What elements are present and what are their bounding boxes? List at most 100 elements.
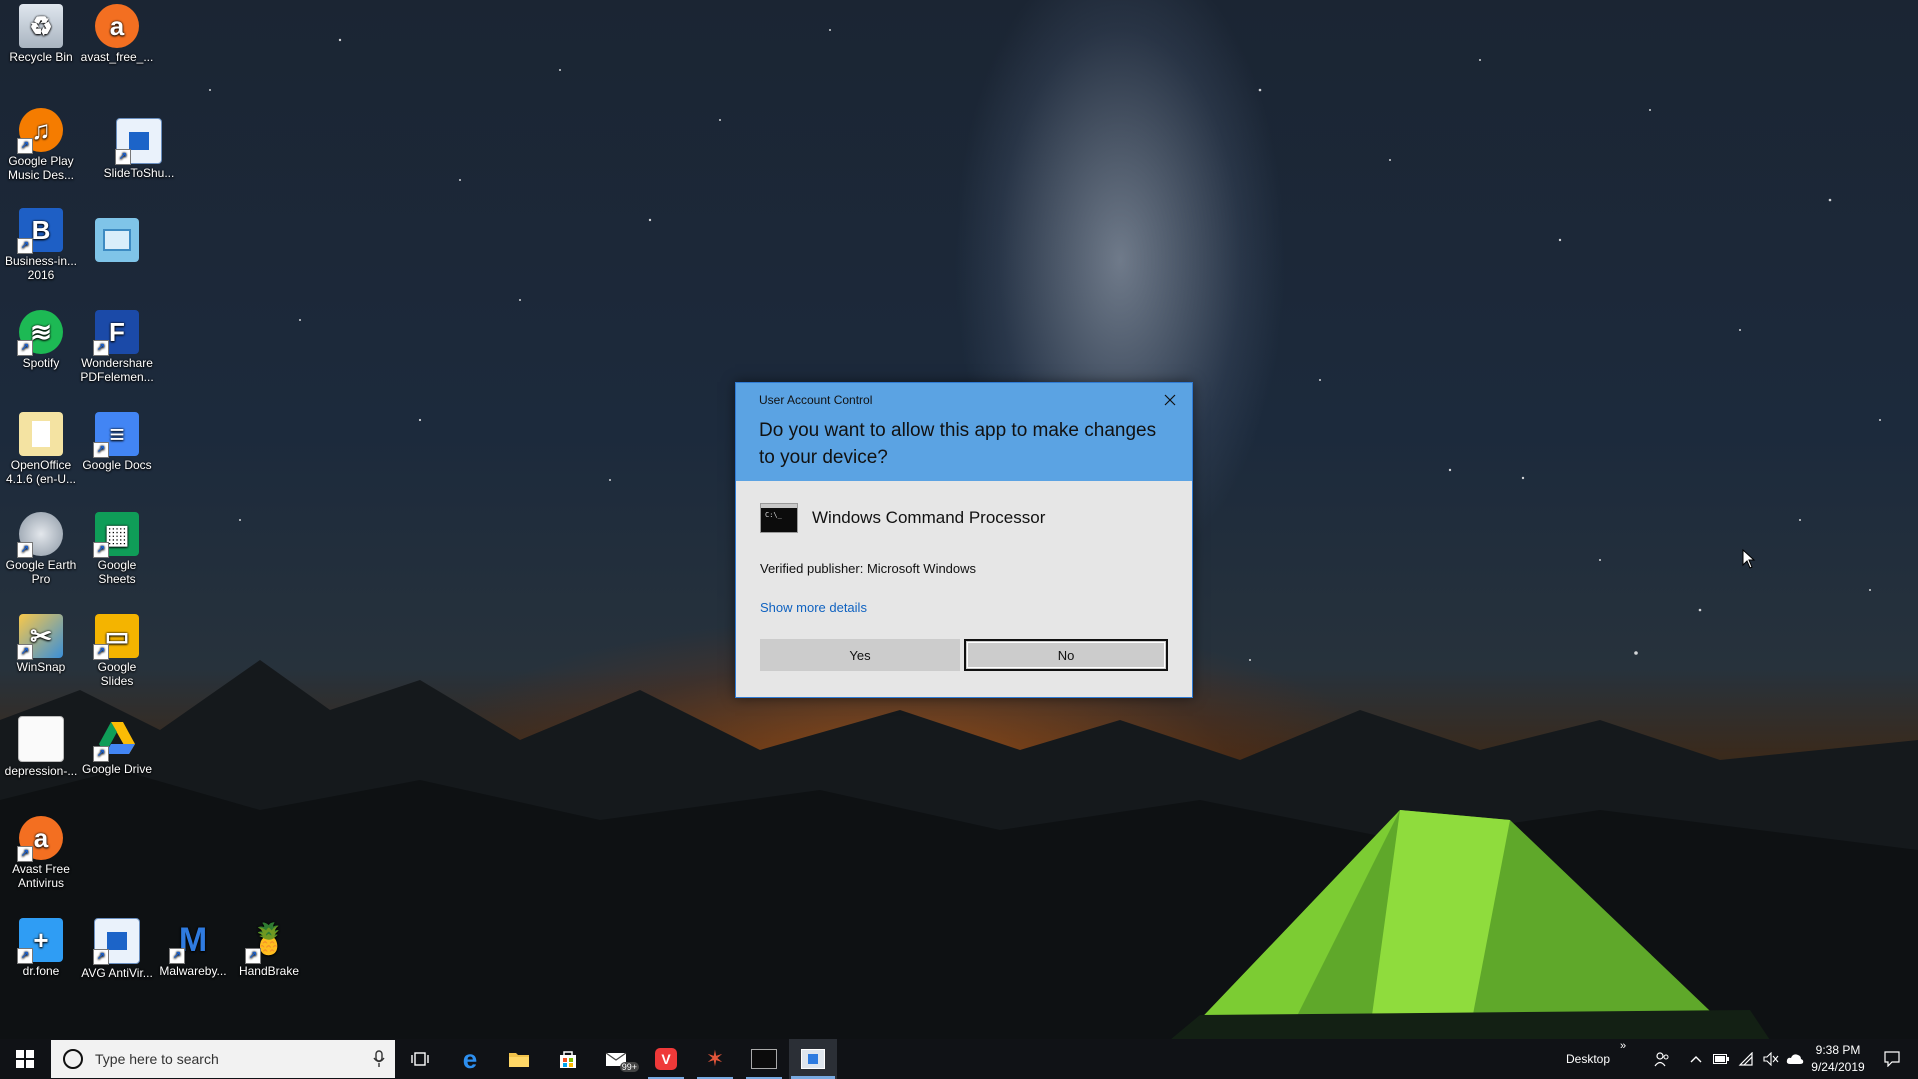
desktop-icon-malwarebytes[interactable]: M ↗ Malwareby... <box>154 918 232 978</box>
taskbar-search-box[interactable]: Type here to search <box>51 1040 395 1078</box>
avast-installer-icon: a <box>95 4 139 48</box>
document-icon <box>18 716 64 762</box>
app-name: Windows Command Processor <box>812 508 1046 527</box>
desktop-icon-handbrake[interactable]: 🍍 ↗ HandBrake <box>230 918 308 979</box>
wifi-icon <box>1738 1052 1753 1066</box>
show-hidden-icons-button[interactable] <box>1685 1039 1707 1079</box>
no-button[interactable]: No <box>964 639 1168 671</box>
clock-time: 9:38 PM <box>1815 1043 1861 1057</box>
dialog-title: User Account Control <box>759 393 873 407</box>
notification-icon <box>1884 1051 1900 1067</box>
google-docs-icon: ≡ ↗ <box>93 412 139 458</box>
close-button[interactable] <box>1156 387 1184 413</box>
speaker-muted-icon <box>1763 1052 1779 1066</box>
desktop-icon-google-slides[interactable]: ▭ ↗ Google Slides <box>78 614 156 688</box>
people-icon <box>1654 1052 1669 1067</box>
mail-badge: 99+ <box>619 1062 639 1072</box>
desktop-icon-control-panel[interactable] <box>78 218 156 264</box>
show-more-details-link[interactable]: Show more details <box>760 600 867 615</box>
uac-header: User Account Control Do you want to allo… <box>736 383 1192 481</box>
taskbar-command-prompt[interactable] <box>740 1039 788 1079</box>
desktop-toolbar-label[interactable]: Desktop <box>1566 1039 1610 1079</box>
desktop-icon-slidetoshutdown[interactable]: ↗ SlideToShu... <box>100 118 178 180</box>
taskbar-store[interactable] <box>544 1039 592 1079</box>
openoffice-icon <box>19 412 63 456</box>
handbrake-icon: 🍍 ↗ <box>245 918 291 964</box>
search-input[interactable]: Type here to search <box>95 1051 373 1067</box>
desktop-icon-drfone[interactable]: + ↗ dr.fone <box>2 918 80 978</box>
store-icon <box>560 1051 576 1068</box>
tent <box>1170 810 1770 1040</box>
toolbar-overflow-icon[interactable]: » <box>1620 1031 1626 1061</box>
control-panel-icon <box>95 218 139 262</box>
taskbar: Type here to search e 99+ V ✶ Desktop » <box>0 1039 1918 1079</box>
folder-icon <box>509 1053 529 1067</box>
desktop-icon-winsnap[interactable]: ✂ ↗ WinSnap <box>2 614 80 674</box>
taskbar-app-crab[interactable]: ✶ <box>691 1039 739 1079</box>
uac-question: Do you want to allow this app to make ch… <box>759 420 1157 468</box>
desktop-icon-google-drive[interactable]: ↗ Google Drive <box>78 716 156 776</box>
desktop-icon-avast[interactable]: a ↗ Avast Free Antivirus <box>2 816 80 890</box>
shortcut-icon: ↗ <box>115 118 162 165</box>
desktop-icon-avast-installer[interactable]: a avast_free_... <box>78 4 156 64</box>
task-view-button[interactable] <box>396 1039 444 1079</box>
task-view-icon <box>411 1052 429 1066</box>
google-earth-icon: ↗ <box>17 512 63 558</box>
taskbar-clock[interactable]: 9:38 PM 9/24/2019 <box>1806 1042 1870 1076</box>
desktop-icon-recycle-bin[interactable]: ♻ Recycle Bin <box>2 4 80 64</box>
network-button[interactable] <box>1735 1039 1757 1079</box>
clock-date: 9/24/2019 <box>1811 1060 1865 1074</box>
desktop-icon-google-earth[interactable]: ↗ Google Earth Pro <box>2 512 80 586</box>
desktop-icon-openoffice[interactable]: OpenOffice 4.1.6 (en-U... <box>2 412 80 486</box>
google-slides-icon: ▭ ↗ <box>93 614 139 660</box>
drfone-icon: + ↗ <box>17 918 63 964</box>
taskbar-edge[interactable]: e <box>446 1039 494 1079</box>
desktop-icon-spotify[interactable]: ≋ ↗ Spotify <box>2 310 80 370</box>
crab-app-icon: ✶ <box>705 1046 725 1072</box>
cortana-icon <box>63 1049 83 1069</box>
yes-button[interactable]: Yes <box>760 639 960 671</box>
winsnap-icon: ✂ ↗ <box>17 614 63 660</box>
mouse-cursor-icon <box>1742 549 1756 569</box>
battery-button[interactable] <box>1710 1039 1732 1079</box>
taskbar-vivaldi[interactable]: V <box>642 1039 690 1079</box>
taskbar-uac[interactable] <box>789 1039 837 1079</box>
desktop-icon-google-docs[interactable]: ≡ ↗ Google Docs <box>78 412 156 472</box>
mail-icon: 99+ <box>605 1050 639 1072</box>
battery-icon <box>1713 1054 1729 1064</box>
business-in-icon: B ↗ <box>17 208 63 254</box>
windows-logo-icon <box>16 1050 34 1068</box>
recycle-bin-icon: ♻ <box>19 4 63 48</box>
taskbar-file-explorer[interactable] <box>495 1039 543 1079</box>
chevron-up-icon <box>1690 1056 1702 1063</box>
taskbar-mail[interactable]: 99+ <box>593 1039 641 1079</box>
avast-icon: a ↗ <box>17 816 63 862</box>
desktop-icon-google-play-music[interactable]: ♫ ↗ Google Play Music Des... <box>2 108 80 182</box>
google-drive-icon: ↗ <box>93 716 139 762</box>
desktop-icon-depression-doc[interactable]: depression-... <box>2 716 80 778</box>
volume-button[interactable] <box>1760 1039 1782 1079</box>
microphone-icon[interactable] <box>373 1050 385 1068</box>
malwarebytes-icon: M ↗ <box>169 918 215 964</box>
avg-icon: ↗ <box>93 918 140 965</box>
uac-shield-icon <box>801 1049 825 1069</box>
command-prompt-icon <box>751 1049 777 1069</box>
desktop-icon-pdfelement[interactable]: F ↗ Wondershare PDFelemen... <box>78 310 156 384</box>
action-center-button[interactable] <box>1876 1039 1908 1079</box>
desktop-icon-avg[interactable]: ↗ AVG AntiVir... <box>78 918 156 980</box>
cmd-icon: C:\_ <box>760 503 798 533</box>
vivaldi-icon: V <box>655 1048 677 1070</box>
onedrive-button[interactable] <box>1784 1039 1806 1079</box>
close-icon <box>1164 394 1176 406</box>
google-play-music-icon: ♫ ↗ <box>17 108 63 154</box>
cloud-icon <box>1786 1054 1804 1064</box>
start-button[interactable] <box>0 1039 50 1079</box>
desktop-icon-google-sheets[interactable]: ▦ ↗ Google Sheets <box>78 512 156 586</box>
google-sheets-icon: ▦ ↗ <box>93 512 139 558</box>
publisher-text: Verified publisher: Microsoft Windows <box>760 561 977 576</box>
uac-dialog: User Account Control Do you want to allo… <box>735 382 1193 698</box>
people-button[interactable] <box>1650 1039 1674 1079</box>
spotify-icon: ≋ ↗ <box>17 310 63 356</box>
desktop-icon-business-in[interactable]: B ↗ Business-in... 2016 <box>2 208 80 282</box>
edge-icon: e <box>462 1043 478 1074</box>
